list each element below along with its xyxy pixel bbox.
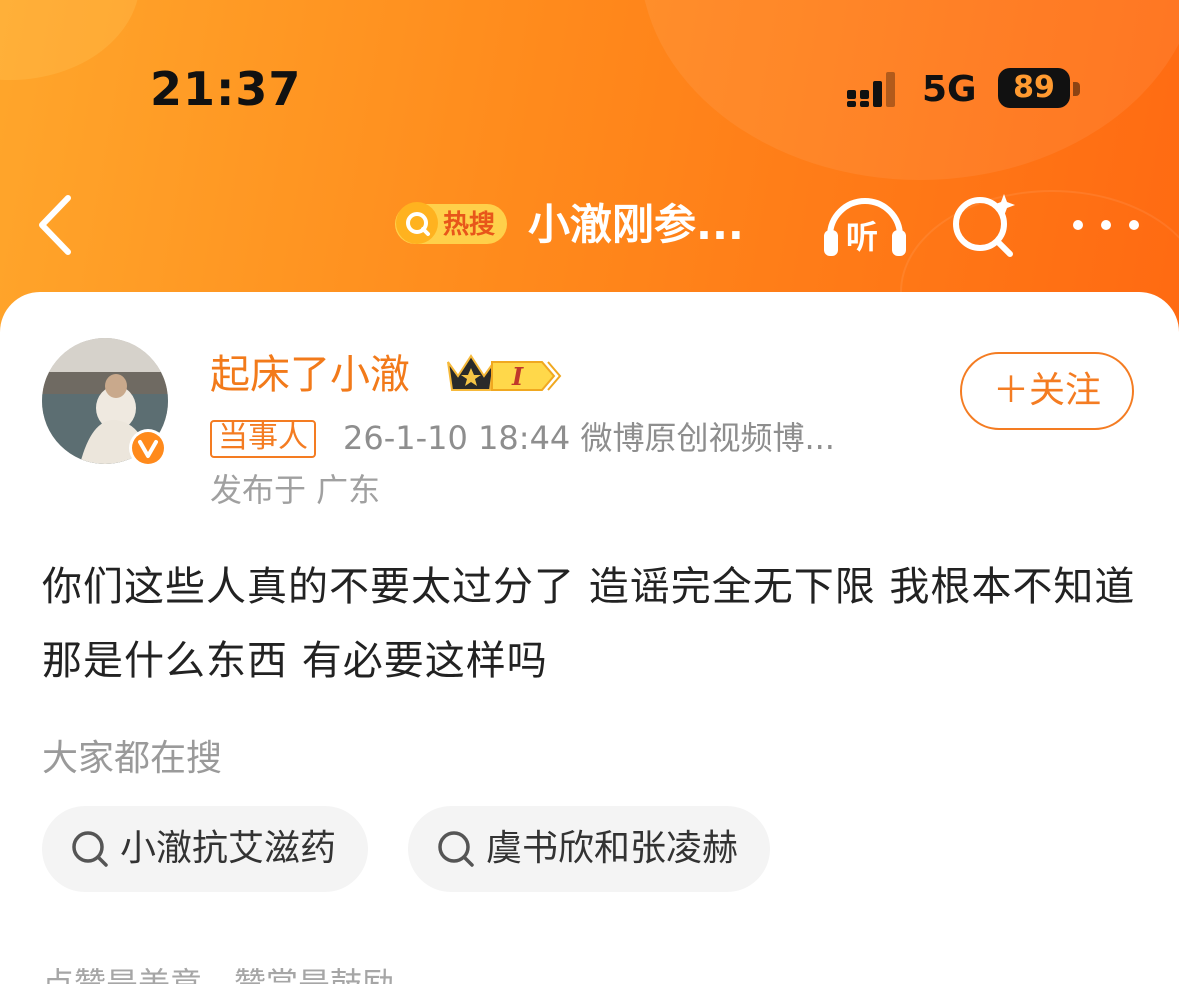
level-badge-graphic: I xyxy=(491,361,562,391)
trending-search-chip[interactable]: 小澈抗艾滋药 xyxy=(42,806,369,892)
involved-party-tag: 当事人 xyxy=(210,420,316,458)
trending-search-label: 小澈抗艾滋药 xyxy=(120,828,337,869)
username[interactable]: 起床了小澈 xyxy=(210,348,410,402)
trending-section-label: 大家都在搜 xyxy=(42,738,223,779)
battery-icon: 89 xyxy=(998,68,1070,108)
signal-icon xyxy=(847,72,895,107)
header-background xyxy=(0,0,1179,340)
level-badge: I xyxy=(490,358,562,394)
header-decoration xyxy=(640,0,1179,180)
follow-button[interactable]: ＋关注 xyxy=(960,352,1134,430)
verified-badge-icon xyxy=(129,429,167,467)
back-button[interactable] xyxy=(30,190,90,260)
listen-button[interactable]: 听 xyxy=(820,188,910,260)
trending-search-label: 虞书欣和张凌赫 xyxy=(486,828,739,869)
post-meta: 26-1-10 18:44 微博原创视频博... xyxy=(343,419,835,457)
post-content: 你们这些人真的不要太过分了 造谣完全无下限 我根本不知道那是什么东西 有必要这样… xyxy=(42,564,1136,684)
post-location: 发布于 广东 xyxy=(210,471,381,509)
trending-search-chip[interactable]: 虞书欣和张凌赫 xyxy=(408,806,771,892)
header-decoration xyxy=(0,0,140,80)
more-button[interactable] xyxy=(1066,200,1146,250)
status-time: 21:37 xyxy=(150,62,302,116)
network-type: 5G xyxy=(922,69,977,110)
battery-cap xyxy=(1073,82,1080,96)
listen-label: 听 xyxy=(846,218,878,256)
search-icon xyxy=(72,831,108,867)
headphones-icon: 听 xyxy=(824,198,906,256)
hot-search-badge[interactable]: 热搜 xyxy=(395,196,510,250)
hot-search-badge-graphic: 热搜 xyxy=(395,202,507,244)
weibo-post-screen: 21:37 5G 89 热搜 小澈刚参... 听 起床了小澈 I ＋关注 当事人… xyxy=(0,0,1179,984)
nav-title: 小澈刚参... xyxy=(528,200,744,249)
battery-level: 89 xyxy=(1013,70,1055,105)
chevron-left-icon xyxy=(39,195,71,255)
level-number: I xyxy=(511,362,524,391)
search-icon xyxy=(438,831,474,867)
hot-search-label: 热搜 xyxy=(443,210,495,240)
ai-search-button[interactable] xyxy=(948,190,1020,260)
reward-footer-note: 点赞是美意，赞赏是鼓励 xyxy=(42,965,395,984)
